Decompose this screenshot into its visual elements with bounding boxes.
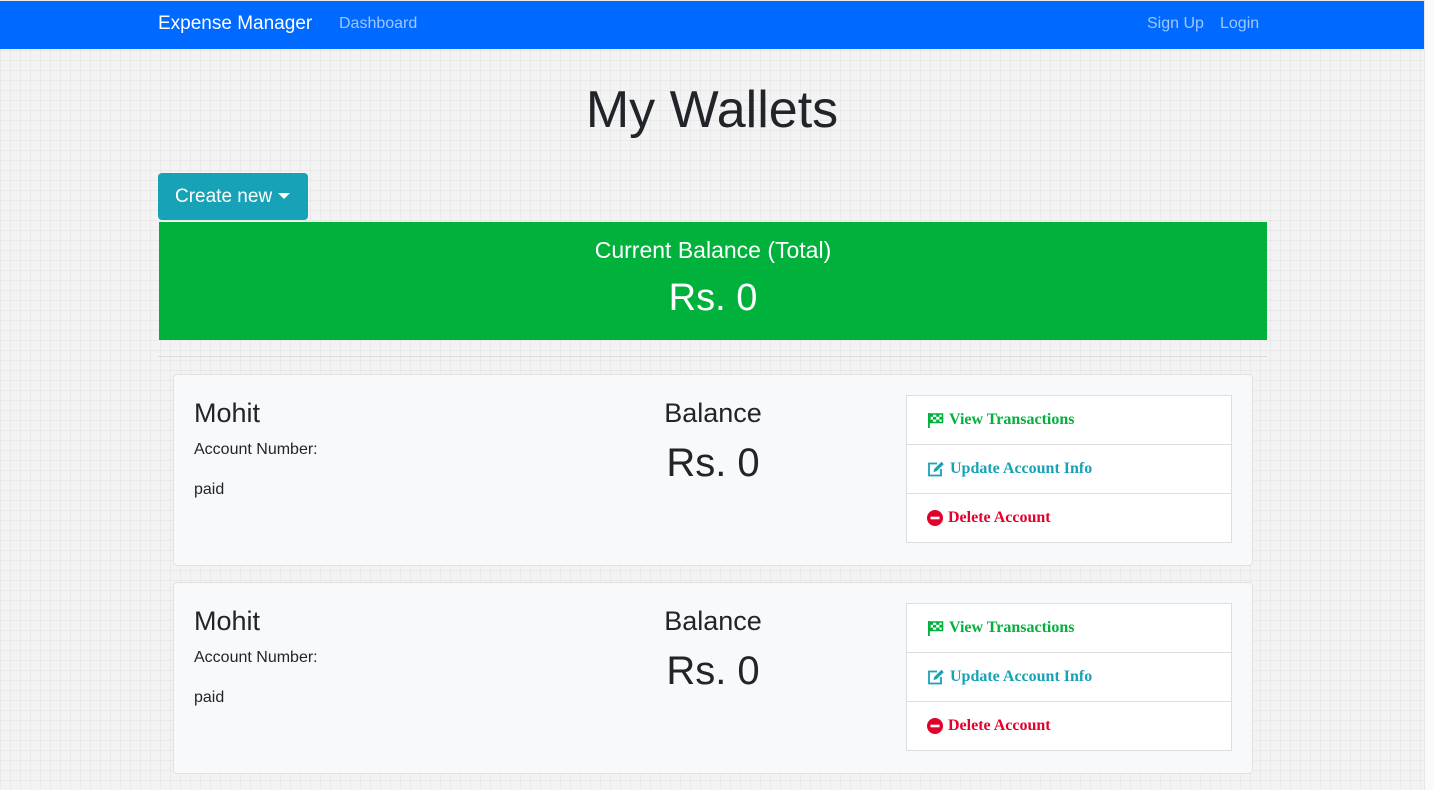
create-new-label: Create new xyxy=(175,186,273,207)
account-type: paid xyxy=(194,689,225,706)
delete-account-button[interactable]: Delete Account xyxy=(906,701,1232,751)
nav-login-link[interactable]: Login xyxy=(1220,14,1259,33)
divider xyxy=(158,356,1267,357)
balance-label: Balance xyxy=(664,398,762,428)
balance-label: Balance xyxy=(664,606,762,636)
wallet-name: Mohit xyxy=(194,398,261,428)
nav-dashboard-link[interactable]: Dashboard xyxy=(339,14,417,33)
account-number-label: Account Number: xyxy=(194,649,318,666)
account-type: paid xyxy=(194,481,225,498)
view-transactions-button[interactable]: View Transactions xyxy=(906,603,1232,653)
total-balance-label: Current Balance (Total) xyxy=(594,237,832,263)
page-title: My Wallets xyxy=(585,81,839,139)
page-scrollbar[interactable] xyxy=(1424,0,1434,790)
account-number-label: Account Number: xyxy=(194,441,318,458)
update-account-info-label: Update Account Info xyxy=(950,668,1093,685)
top-navbar: Expense Manager Dashboard Sign Up Login xyxy=(0,1,1424,49)
balance-value: Rs. 0 xyxy=(666,441,760,485)
update-account-info-button[interactable]: Update Account Info xyxy=(906,444,1232,494)
edit-icon xyxy=(928,669,944,685)
wallet-actions: View Transactions Update Account Info De… xyxy=(906,603,1232,751)
total-balance-panel: Current Balance (Total) Rs. 0 xyxy=(159,222,1267,340)
wallet-actions: View Transactions Update Account Info De… xyxy=(906,395,1232,543)
edit-icon xyxy=(928,461,944,477)
view-transactions-button[interactable]: View Transactions xyxy=(906,395,1232,445)
view-transactions-label: View Transactions xyxy=(949,411,1075,428)
flag-checkered-icon xyxy=(928,620,944,636)
wallet-card: Mohit Account Number: paid Balance Rs. 0… xyxy=(173,374,1253,566)
wallet-card: Mohit Account Number: paid Balance Rs. 0… xyxy=(173,582,1253,774)
caret-down-icon xyxy=(278,193,291,199)
minus-circle-icon xyxy=(927,718,943,734)
total-balance-value: Rs. 0 xyxy=(668,277,758,319)
nav-signup-link[interactable]: Sign Up xyxy=(1147,14,1204,33)
balance-value: Rs. 0 xyxy=(666,649,760,693)
update-account-info-button[interactable]: Update Account Info xyxy=(906,652,1232,702)
update-account-info-label: Update Account Info xyxy=(950,460,1093,477)
minus-circle-icon xyxy=(927,510,943,526)
create-new-dropdown-button[interactable]: Create new xyxy=(158,173,308,220)
delete-account-label: Delete Account xyxy=(948,509,1051,526)
wallet-name: Mohit xyxy=(194,606,261,636)
delete-account-button[interactable]: Delete Account xyxy=(906,493,1232,543)
view-transactions-label: View Transactions xyxy=(949,619,1075,636)
flag-checkered-icon xyxy=(928,412,944,428)
brand-link[interactable]: Expense Manager xyxy=(158,13,312,35)
delete-account-label: Delete Account xyxy=(948,717,1051,734)
